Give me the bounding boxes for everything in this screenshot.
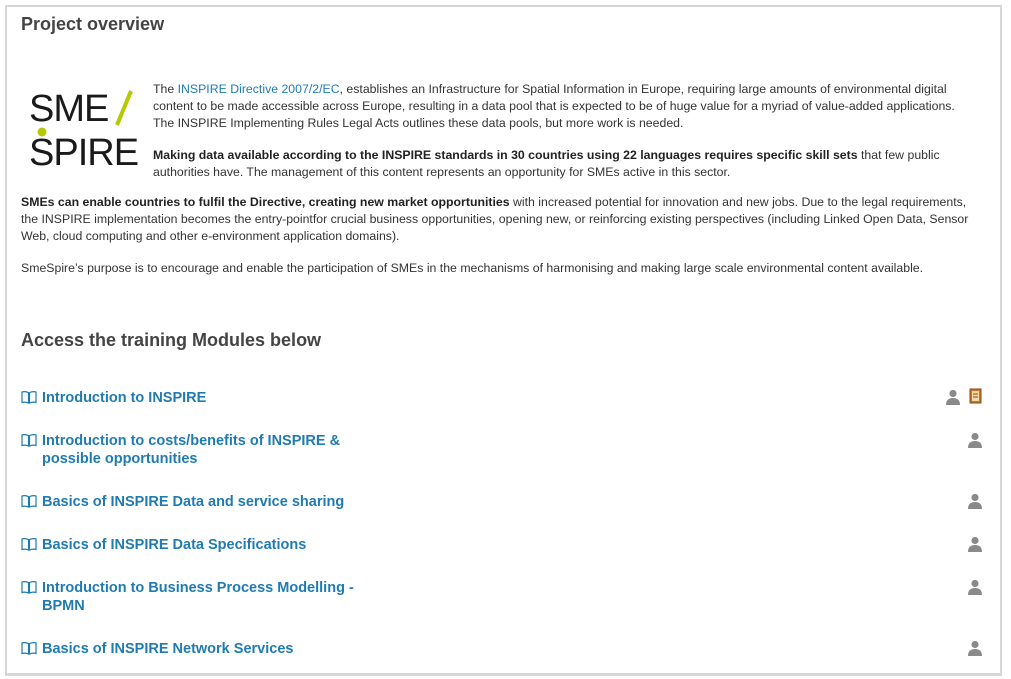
book-icon xyxy=(21,642,37,655)
inspire-directive-link[interactable]: INSPIRE Directive 2007/2/EC xyxy=(178,82,340,96)
enrolled-user-icon[interactable] xyxy=(967,640,983,656)
intro-paragraph-2: Making data available according to the I… xyxy=(153,148,940,179)
modules-heading: Access the training Modules below xyxy=(21,330,322,350)
enrolled-user-icon[interactable] xyxy=(967,579,983,595)
enrolled-user-icon[interactable] xyxy=(967,493,983,509)
intro-paragraph-1: The INSPIRE Directive 2007/2/EC, establi… xyxy=(153,82,955,130)
module-item[interactable]: Basics of INSPIRE Data Specifications xyxy=(21,536,361,554)
book-icon xyxy=(21,538,37,551)
module-item[interactable]: Introduction to INSPIRE xyxy=(21,389,361,407)
intro-paragraph-3: SMEs can enable countries to fulfil the … xyxy=(21,195,969,243)
module-item[interactable]: Introduction to Business Process Modelli… xyxy=(21,579,361,615)
module-item[interactable]: Basics of INSPIRE Network Services xyxy=(21,640,361,658)
logo-line1: SME xyxy=(29,88,108,130)
module-item[interactable]: Introduction to costs/benefits of INSPIR… xyxy=(21,432,361,468)
book-icon xyxy=(21,495,37,508)
enrolled-user-icon[interactable] xyxy=(967,432,983,448)
enrolled-user-icon[interactable] xyxy=(945,389,961,405)
intro-paragraph-4: SmeSpire’s purpose is to encourage and e… xyxy=(21,261,924,275)
module-link[interactable]: Introduction to Business Process Modelli… xyxy=(21,579,361,615)
resource-icon[interactable] xyxy=(968,388,984,404)
module-link[interactable]: Introduction to costs/benefits of INSPIR… xyxy=(21,432,361,468)
module-link[interactable]: Introduction to INSPIRE xyxy=(21,389,361,407)
book-icon xyxy=(21,581,37,594)
module-item[interactable]: Basics of INSPIRE Data and service shari… xyxy=(21,493,361,511)
module-link[interactable]: Basics of INSPIRE Data Specifications xyxy=(21,536,361,554)
smespire-logo: SME SPIRE xyxy=(27,85,147,171)
page-title: Project overview xyxy=(21,14,165,34)
module-link[interactable]: Basics of INSPIRE Data and service shari… xyxy=(21,493,361,511)
module-link[interactable]: Basics of INSPIRE Network Services xyxy=(21,640,361,658)
book-icon xyxy=(21,434,37,447)
enrolled-user-icon[interactable] xyxy=(967,536,983,552)
project-overview-panel: Project overview SME SPIRE The INSPIRE D… xyxy=(5,5,1002,676)
logo-line2: SPIRE xyxy=(29,132,138,171)
book-icon xyxy=(21,391,37,404)
